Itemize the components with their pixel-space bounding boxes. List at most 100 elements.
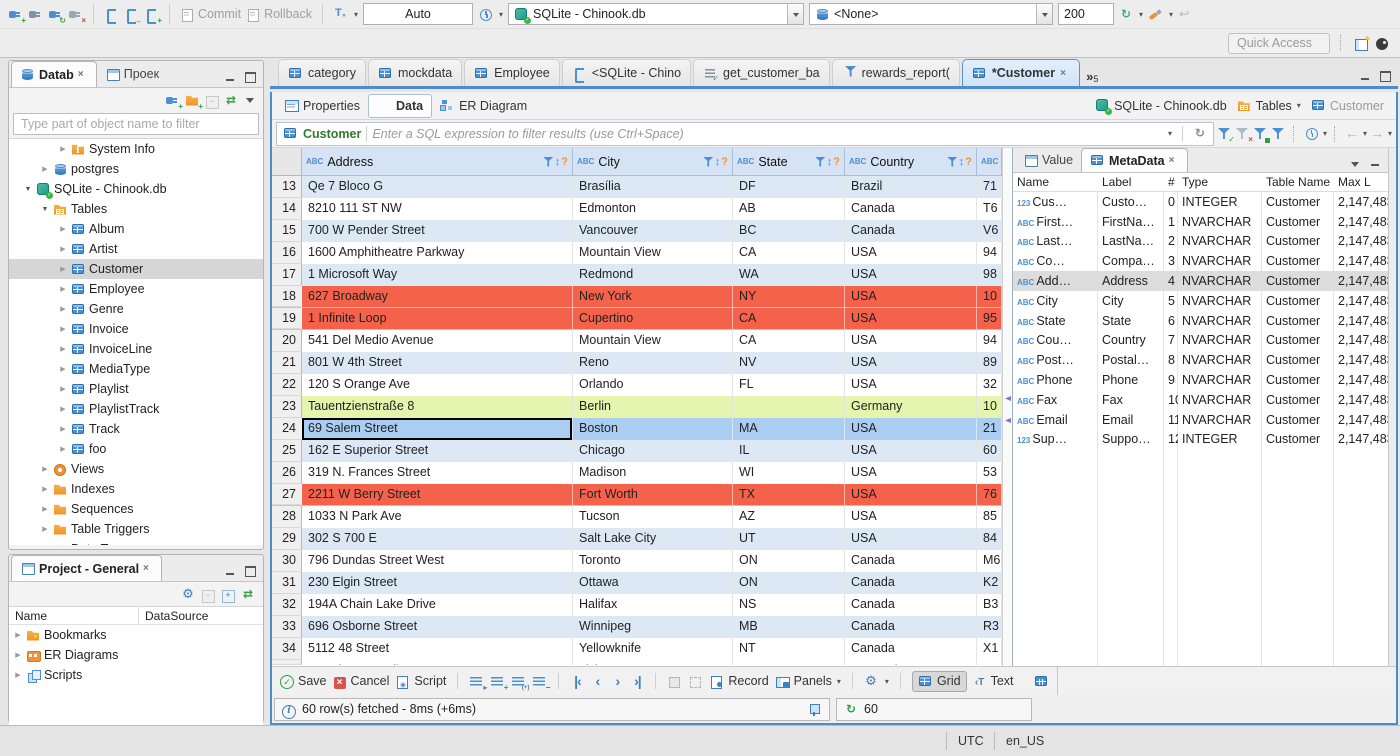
expander-icon[interactable] [40,525,50,533]
expander-icon[interactable] [58,365,68,373]
row-number[interactable]: 17 [272,264,302,286]
cell-postalcode[interactable]: 95 [977,308,1002,329]
close-icon[interactable] [78,69,88,80]
column-header-number[interactable]: # [1164,173,1178,191]
cell-country[interactable]: USA [845,528,977,550]
row-number[interactable]: 13 [272,176,302,198]
cell-postalcode[interactable]: B3 [977,594,1002,616]
cell-address[interactable]: 120 S Orange Ave [302,374,573,396]
cell-country[interactable]: Canada [845,198,977,220]
editor-tab[interactable]: Employee [464,59,560,86]
row-number[interactable]: 34 [272,638,302,660]
cell-country[interactable]: Canada [845,616,977,638]
row-number[interactable]: 25 [272,440,302,462]
cell-country[interactable]: USA [845,484,977,505]
cell-country[interactable]: Canada [845,220,977,242]
cell-country[interactable]: Canada [845,638,977,660]
expander-icon[interactable] [40,165,50,173]
metadata-row[interactable]: ABCEmail Email 11 NVARCHAR Customer 2,14… [1013,410,1388,430]
history-icon[interactable] [478,7,493,22]
cell-state[interactable]: ON [733,572,845,594]
cell-postalcode[interactable]: R3 [977,616,1002,638]
refresh-connection-icon[interactable] [1119,7,1133,22]
cell-city[interactable]: Mountain View [573,242,733,264]
table-row[interactable]: 18 627 Broadway New York NY USA 10 [272,286,1002,308]
sort-icon[interactable]: ↕ [959,156,965,168]
list-item[interactable]: ER Diagrams [9,645,263,665]
save-button[interactable]: Save [280,674,327,689]
table-row[interactable]: 23 Tauentzienstraße 8 Berlin Germany 10 [272,396,1002,418]
column-header-table[interactable]: Table Name [1262,173,1334,191]
cell-address[interactable]: 700 W Pender Street [302,220,573,242]
cell-address[interactable]: Tauentzienstraße 8 [302,396,573,418]
panel-tab[interactable]: Value [1015,148,1081,172]
column-header[interactable]: ABC Address ↕? [302,148,573,176]
tree-item[interactable]: Artist [9,239,263,259]
open-perspective-icon[interactable] [1354,34,1371,51]
cell-city[interactable]: New York [573,286,733,307]
cell-country[interactable]: Canada [845,572,977,594]
cell-state[interactable]: FL [733,374,845,396]
row-number[interactable]: 31 [272,572,302,594]
expander-icon[interactable] [58,345,68,353]
close-icon[interactable] [1169,155,1179,166]
expander-icon[interactable] [58,425,68,433]
cell-postalcode[interactable]: X1 [977,638,1002,660]
cell-country[interactable]: USA [845,440,977,462]
table-row[interactable]: 26 319 N. Frances Street Madison WI USA … [272,462,1002,484]
table-row[interactable]: 20 541 Del Medio Avenue Mountain View CA… [272,330,1002,352]
row-number[interactable]: 16 [272,242,302,264]
cell-postalcode[interactable]: 94 [977,242,1002,264]
minimize-icon[interactable] [223,566,237,581]
tree-item[interactable]: Data Types [9,539,263,545]
cell-state[interactable]: WI [733,462,845,484]
first-row-button[interactable] [570,674,584,689]
cell-city[interactable]: Winnipeg [573,616,733,638]
tree-item[interactable]: MediaType [9,359,263,379]
cell-address[interactable]: 69 Salem Street [302,418,573,440]
tree-item[interactable]: Tables [9,199,263,219]
column-header-datasource[interactable]: DataSource [139,607,263,624]
row-number[interactable]: 27 [272,484,302,505]
panel-tab[interactable]: MetaData [1081,148,1188,172]
calc-panel-icon[interactable] [1034,674,1049,689]
grid-scrollbar[interactable] [1002,148,1012,666]
cell-city[interactable]: Cupertino [573,308,733,329]
table-row[interactable]: 30 796 Dundas Street West Toronto ON Can… [272,550,1002,572]
editor-tab[interactable]: rewards_report( [831,59,960,86]
cell-city[interactable]: Berlin [573,396,733,418]
table-row[interactable]: 19 1 Infinite Loop Cupertino CA USA 95 [272,308,1002,330]
cell-state[interactable]: CA [733,330,845,352]
cell-city[interactable]: Brasília [573,176,733,198]
expander-icon[interactable] [58,245,68,253]
expand-all-icon[interactable] [221,587,235,602]
new-sql-script-icon[interactable] [144,7,159,24]
table-row[interactable]: 27 2211 W Berry Street Fort Worth TX USA… [272,484,1002,506]
cell-city[interactable]: Redmond [573,264,733,286]
record-button[interactable]: Record [709,674,769,689]
column-header[interactable]: ABC ↕? [977,148,1002,176]
cell-address[interactable]: 627 Broadway [302,286,573,307]
row-number[interactable]: 23 [272,396,302,418]
auto-refresh-icon[interactable] [1304,126,1319,141]
maximize-icon[interactable] [243,72,257,87]
metadata-row[interactable]: ABC Post… Postal… 8 NVARCHAR Customer 2,1… [1013,350,1388,370]
tree-item[interactable]: Table Triggers [9,519,263,539]
cell-postalcode[interactable]: K2 [977,572,1002,594]
cell-state[interactable]: WA [733,264,845,286]
table-row[interactable]: 25 162 E Superior Street Chicago IL USA … [272,440,1002,462]
cell-state[interactable]: DF [733,176,845,198]
change-marker[interactable] [1005,396,1011,401]
table-row[interactable]: 28 1033 N Park Ave Tucson AZ USA 85 [272,506,1002,528]
sort-icon[interactable]: ↕ [827,156,833,168]
cell-address[interactable]: 194A Chain Lake Drive [302,594,573,616]
row-number[interactable]: 28 [272,506,302,528]
tree-item[interactable]: InvoiceLine [9,339,263,359]
chevron-down-icon[interactable]: ▾ [1139,10,1143,19]
row-number[interactable]: 24 [272,418,302,440]
column-header[interactable]: ABC City ↕? [573,148,733,176]
cell-city[interactable]: Vancouver [573,220,733,242]
cell-state[interactable]: CA [733,242,845,264]
quick-access[interactable]: Quick Access [1228,32,1330,54]
text-view-button[interactable]: Text [973,674,1014,689]
